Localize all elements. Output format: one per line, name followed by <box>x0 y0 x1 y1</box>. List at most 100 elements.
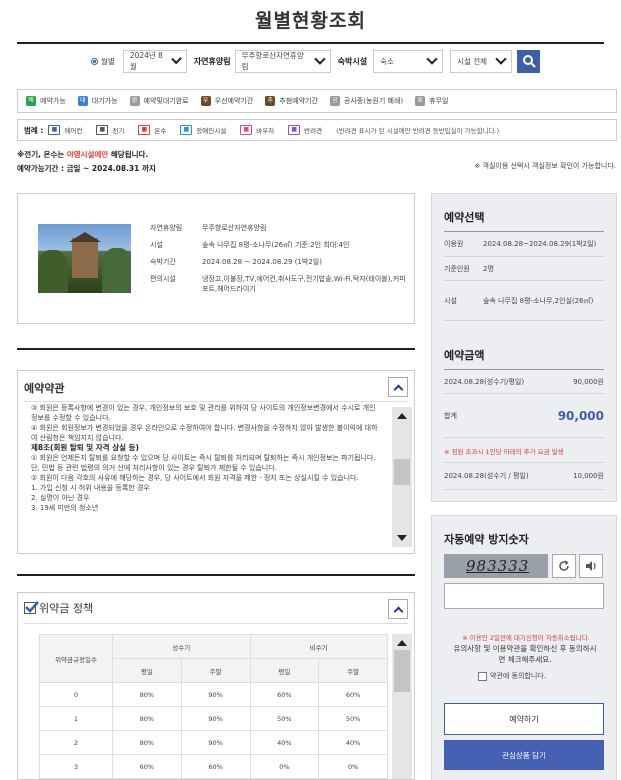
facility-info-key: 자연휴양림 <box>150 224 183 232</box>
example-legend: 범례 : ■ 에어컨 ■ 전기 ■ 온수 ■ 장애인시설 ■ 바우처 ■ 반려견 (반려견 표시가 된… <box>17 119 617 141</box>
status-legend-item: 예 예약가능 <box>26 96 66 106</box>
facility-info-row: 숙박기간 2024.08.28 ~ 2024.08.29 (1박2일) <box>150 257 410 267</box>
terms-header-divider <box>24 401 408 402</box>
example-legend-label: 바우처 <box>256 127 275 135</box>
table-row: 1 80% 90% 50% 50% <box>39 706 388 731</box>
penalty-collapse-button[interactable] <box>388 599 408 619</box>
status-square-icon: 공 <box>329 96 340 106</box>
reserve-button[interactable]: 예약하기 <box>444 703 604 735</box>
facility-info-card: 자연휴양림 무주향로산자연휴양림 시설 숲속 나무집 8평-소나무(26㎡) 기준:2… <box>17 193 415 324</box>
forest-select[interactable]: 무주향로산자연휴양림 <box>234 49 331 73</box>
penalty-title: 위약금 정책 <box>39 602 94 615</box>
status-square-icon: 휴 <box>415 96 426 106</box>
wheelchair-icon: ■ <box>180 125 193 135</box>
penalty-rate-cell: 90% <box>180 730 251 755</box>
penalty-header: 위약금 정책 <box>24 600 93 616</box>
month-radio[interactable] <box>91 57 98 65</box>
penalty-header-divider <box>24 623 408 624</box>
wishlist-button[interactable]: 관심상품 담기 <box>444 740 604 770</box>
notice-suffix: 해당됩니다. <box>108 150 149 159</box>
captcha-input[interactable] <box>444 583 604 609</box>
captcha-refresh-button[interactable] <box>552 554 576 578</box>
month-select[interactable]: 2024년 8월 <box>122 49 187 73</box>
agree-checkbox[interactable] <box>478 671 487 681</box>
penalty-rate-cell: 60% <box>112 754 182 779</box>
terms-line: ④ 회원은 회원정보가 변경되었을 경우 온라인으로 수정하여야 합니다. 변경… <box>31 424 378 442</box>
peak-weekend-header: 주말 <box>180 658 251 683</box>
example-legend-item: ■ 반려견 <box>288 125 322 135</box>
status-legend-label: 추첨예약기간 <box>279 97 318 105</box>
hotwater-icon: ■ <box>138 125 151 135</box>
captcha-audio-button[interactable] <box>579 554 603 578</box>
extra-fee-row: 2024.08.28(성수기 / 평일) 10,000원 <box>444 462 604 490</box>
penalty-rate-cell: 50% <box>318 706 388 731</box>
penalty-scrollbar[interactable] <box>392 634 412 779</box>
total-key: 합계 <box>444 411 457 420</box>
penalty-peak-header: 성수기 <box>112 634 251 659</box>
agree-label: 약관에 동의합니다. <box>490 672 546 680</box>
forest-label: 자연휴양림 <box>193 56 231 66</box>
facility-info-key: 편의시설 <box>150 275 176 283</box>
penalty-rate-cell: 80% <box>112 730 182 755</box>
search-icon <box>522 55 536 68</box>
penalty-checkbox[interactable] <box>24 601 39 614</box>
reservation-date-row: 이용원 2024.08.28~2024.08.29(1박2일) <box>444 232 604 257</box>
captcha-code: 983333 <box>466 557 530 575</box>
scroll-up-icon[interactable] <box>397 640 407 646</box>
chevron-down-icon <box>495 53 507 65</box>
penalty-rate-cell: 90% <box>180 706 251 731</box>
terms-divider <box>17 348 415 350</box>
reservation-date-key: 이용원 <box>444 240 464 248</box>
penalty-rate-cell: 60% <box>249 682 320 707</box>
electric-icon: ■ <box>96 125 109 135</box>
facility-info-row: 편의시설 냉장고,이불장,TV,에어컨,취사도구,전기밥솥,Wi-Fi,탁자(테이… <box>150 274 410 294</box>
facility-info-key: 시설 <box>150 241 163 249</box>
example-legend-label: 에어컨 <box>64 127 83 135</box>
facility-info-value: 숲속 나무집 8평-소나무(26㎡) 기준:2인 최대:4인 <box>202 241 350 249</box>
refresh-icon <box>559 560 569 571</box>
penalty-scroll-thumb[interactable] <box>394 650 410 692</box>
status-legend-item: 추 추첨예약기간 <box>265 96 318 106</box>
penalty-rate-cell: 40% <box>249 730 320 755</box>
penalty-rate-cell: 80% <box>112 706 182 731</box>
status-square-icon: 추 <box>265 96 276 106</box>
status-legend-label: 휴무일 <box>429 97 449 105</box>
search-button[interactable] <box>517 49 541 73</box>
terms-collapse-button[interactable] <box>388 377 408 397</box>
terms-scroll-thumb[interactable] <box>394 459 410 485</box>
penalty-table-body: 0 80% 90% 60% 60% 1 80% 90% 50% 50% 2 80% 90% 40% 40% 3… <box>39 682 388 779</box>
total-row: 합계 90,000 <box>444 394 604 438</box>
penalty-rate-cell: 80% <box>112 682 182 707</box>
reservation-panel: 예약선택 이용원 2024.08.28~2024.08.29(1박2일) 기준인원… <box>431 193 617 502</box>
facility-type-select[interactable]: 숙소 <box>373 49 444 73</box>
captcha-title: 자동예약 방지숫자 <box>444 533 529 546</box>
example-legend-item: ■ 온수 <box>138 125 166 135</box>
penalty-day-cell: 2 <box>39 730 113 755</box>
chevron-up-icon <box>393 384 403 394</box>
reservation-base-key: 기준인원 <box>444 264 470 273</box>
example-legend-label: 반려견 <box>304 127 323 135</box>
terms-line: 1. 가입 신청 시 허위 내용을 등록한 경우 <box>31 484 150 492</box>
status-square-icon: 우 <box>200 96 211 106</box>
penalty-day-cell: 3 <box>39 754 113 779</box>
reservation-facility-key: 시설 <box>444 296 457 305</box>
scroll-up-icon[interactable] <box>397 413 407 419</box>
terms-line: 2. 실명이 아닌 경우 <box>31 494 90 502</box>
legend-title: 범례 : <box>24 125 44 135</box>
penalty-rate-cell: 50% <box>249 706 320 731</box>
facility-label: 숙박시설 <box>337 56 368 66</box>
example-legend-item: ■ 장애인시설 <box>180 125 226 135</box>
facility-select[interactable]: 시설 전체 <box>450 49 513 73</box>
reservation-date-value: 2024.08.28~2024.08.29(1박2일) <box>483 240 597 248</box>
table-row: 2 80% 90% 40% 40% <box>39 730 388 755</box>
reservation-facility-row: 시설 숲속 나무집 8평-소나무,2인실(26㎡) <box>444 281 604 321</box>
extra-fee-value: 10,000원 <box>573 472 604 480</box>
example-legend-item: ■ 전기 <box>96 125 124 135</box>
chevron-down-icon <box>426 53 438 65</box>
status-legend-item: 공 공사중(농원기 폐쇄) <box>329 96 403 106</box>
scroll-down-icon[interactable] <box>397 535 407 541</box>
extra-fee-key: 2024.08.28(성수기 / 평일) <box>444 472 529 480</box>
example-legend-item: ■ 에어컨 <box>48 125 82 135</box>
status-legend-label: 우선예약기간 <box>214 97 254 105</box>
terms-scrollbar[interactable] <box>392 407 412 547</box>
